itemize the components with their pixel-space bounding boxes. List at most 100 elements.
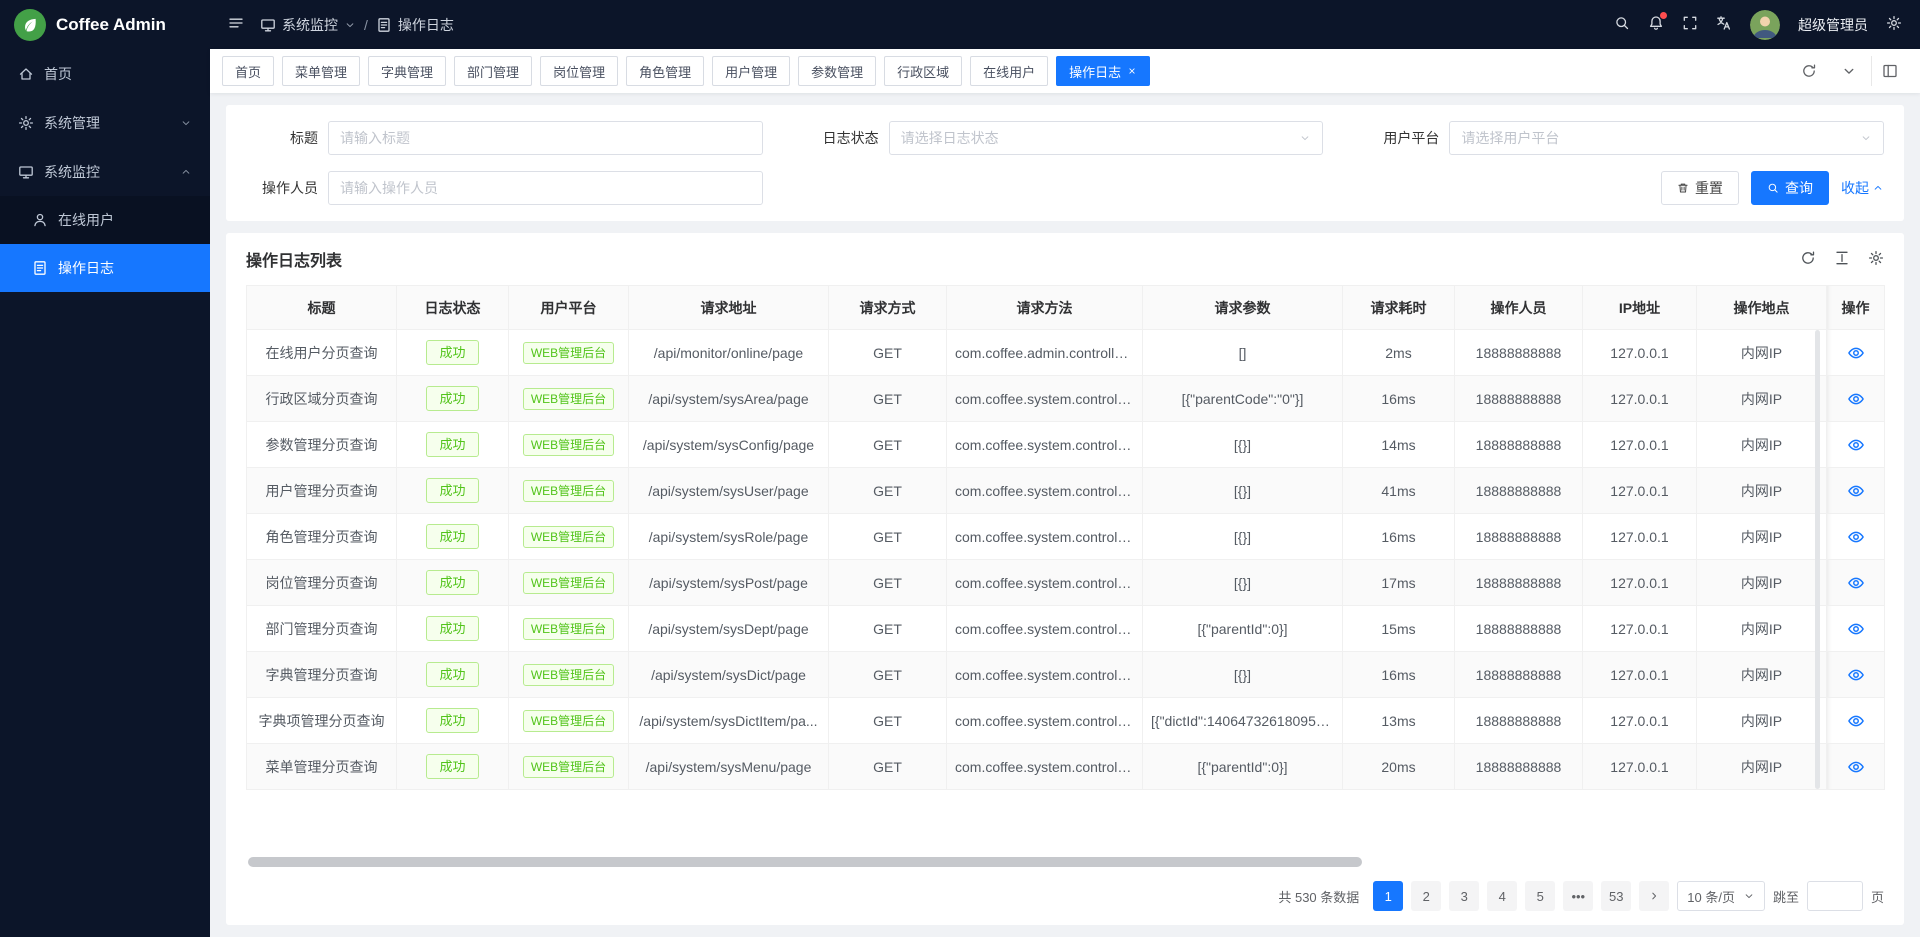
gear-icon[interactable] — [1868, 250, 1884, 269]
page-button[interactable]: 1 — [1373, 881, 1403, 911]
username[interactable]: 超级管理员 — [1798, 15, 1868, 35]
sidebar-item[interactable]: 在线用户 — [0, 196, 210, 244]
search-icon[interactable] — [1614, 15, 1630, 34]
page-button[interactable]: 4 — [1487, 881, 1517, 911]
next-page-button[interactable] — [1639, 881, 1669, 911]
tab[interactable]: 首页 — [222, 56, 274, 86]
cell-op — [1827, 698, 1885, 744]
cell-location: 内网IP — [1697, 330, 1827, 376]
sidebar-item[interactable]: 系统监控 — [0, 147, 210, 196]
tab[interactable]: 部门管理 — [454, 56, 532, 86]
avatar[interactable] — [1750, 10, 1780, 40]
table-row: 用户管理分页查询成功WEB管理后台/api/system/sysUser/pag… — [247, 468, 1885, 514]
search-button[interactable]: 查询 — [1751, 171, 1829, 205]
cell-duration: 20ms — [1343, 744, 1455, 790]
view-detail-button[interactable] — [1847, 620, 1865, 638]
view-detail-button[interactable] — [1847, 482, 1865, 500]
table-header-row: 标题日志状态用户平台请求地址请求方式请求方法请求参数请求耗时操作人员IP地址操作… — [247, 286, 1885, 330]
breadcrumb-item-monitor[interactable]: 系统监控 — [260, 15, 356, 35]
sidebar-item[interactable]: 系统管理 — [0, 98, 210, 147]
cell-params: [] — [1143, 330, 1343, 376]
tab[interactable]: 字典管理 — [368, 56, 446, 86]
tab[interactable]: 用户管理 — [712, 56, 790, 86]
cell-status: 成功 — [397, 606, 509, 652]
page-jump-input[interactable] — [1807, 881, 1863, 911]
tab[interactable]: 参数管理 — [798, 56, 876, 86]
tab[interactable]: 行政区域 — [884, 56, 962, 86]
cell-operator: 18888888888 — [1455, 468, 1583, 514]
tab-label: 操作日志 — [1069, 62, 1121, 81]
cell-operator: 18888888888 — [1455, 376, 1583, 422]
page-button[interactable]: ••• — [1563, 881, 1593, 911]
tab-label: 字典管理 — [381, 62, 433, 81]
tab[interactable]: 角色管理 — [626, 56, 704, 86]
tabs-chevron-down-icon[interactable] — [1831, 56, 1867, 86]
platform-badge: WEB管理后台 — [523, 342, 614, 364]
user-platform-select[interactable]: 请选择用户平台 — [1449, 121, 1884, 155]
tab-close-icon[interactable] — [1127, 66, 1137, 76]
table-row: 字典管理分页查询成功WEB管理后台/api/system/sysDict/pag… — [247, 652, 1885, 698]
view-detail-button[interactable] — [1847, 344, 1865, 362]
tabs-refresh-icon[interactable] — [1791, 56, 1827, 86]
column-header: 请求地址 — [629, 286, 829, 330]
view-detail-button[interactable] — [1847, 436, 1865, 454]
cell-ip: 127.0.0.1 — [1583, 698, 1697, 744]
tabs-layout-icon[interactable] — [1871, 56, 1908, 86]
page-button[interactable]: 53 — [1601, 881, 1631, 911]
platform-badge: WEB管理后台 — [523, 388, 614, 410]
view-detail-button[interactable] — [1847, 390, 1865, 408]
bell-icon[interactable] — [1648, 15, 1664, 34]
cell-url: /api/system/sysPost/page — [629, 560, 829, 606]
tab[interactable]: 在线用户 — [970, 56, 1048, 86]
operator-input[interactable] — [340, 180, 751, 196]
refresh-icon[interactable] — [1800, 250, 1816, 269]
reset-button[interactable]: 重置 — [1661, 171, 1739, 205]
view-detail-button[interactable] — [1847, 758, 1865, 776]
column-height-icon[interactable] — [1834, 250, 1850, 269]
cell-status: 成功 — [397, 330, 509, 376]
collapse-link[interactable]: 收起 — [1841, 178, 1884, 198]
title-field: 标题 — [246, 121, 763, 155]
sidebar-item[interactable]: 首页 — [0, 49, 210, 98]
table-row: 行政区域分页查询成功WEB管理后台/api/system/sysArea/pag… — [247, 376, 1885, 422]
translate-icon[interactable] — [1716, 15, 1732, 34]
column-header: 操作地点 — [1697, 286, 1827, 330]
view-detail-button[interactable] — [1847, 528, 1865, 546]
table-zone: 标题日志状态用户平台请求地址请求方式请求方法请求参数请求耗时操作人员IP地址操作… — [246, 285, 1884, 790]
cell-operator: 18888888888 — [1455, 698, 1583, 744]
sidebar-item-label: 系统管理 — [44, 113, 100, 133]
doc-icon — [376, 17, 392, 33]
sidebar-toggle-icon[interactable] — [228, 15, 244, 34]
page-button[interactable]: 3 — [1449, 881, 1479, 911]
cell-params: [{}] — [1143, 468, 1343, 514]
cell-url: /api/system/sysMenu/page — [629, 744, 829, 790]
breadcrumb-item-log[interactable]: 操作日志 — [376, 15, 454, 35]
title-input[interactable] — [340, 130, 751, 146]
cell-handler: com.coffee.system.controlle... — [947, 514, 1143, 560]
status-badge: 成功 — [426, 340, 478, 365]
view-detail-button[interactable] — [1847, 712, 1865, 730]
reset-label: 重置 — [1695, 178, 1723, 198]
tab[interactable]: 岗位管理 — [540, 56, 618, 86]
page-size-select[interactable]: 10 条/页 — [1677, 881, 1765, 911]
cell-duration: 16ms — [1343, 376, 1455, 422]
cell-ip: 127.0.0.1 — [1583, 560, 1697, 606]
sidebar-item[interactable]: 操作日志 — [0, 244, 210, 292]
view-detail-button[interactable] — [1847, 574, 1865, 592]
topbar: 系统监控 / 操作日志 超级管理员 — [210, 0, 1920, 49]
log-status-select[interactable]: 请选择日志状态 — [889, 121, 1324, 155]
tab[interactable]: 菜单管理 — [282, 56, 360, 86]
gear-icon[interactable] — [1886, 15, 1902, 34]
cell-op — [1827, 376, 1885, 422]
logo-leaf-icon — [14, 9, 46, 41]
tab[interactable]: 操作日志 — [1056, 56, 1150, 86]
vertical-scrollbar[interactable] — [1815, 330, 1820, 789]
page-button[interactable]: 5 — [1525, 881, 1555, 911]
chevron-right-icon — [1648, 890, 1660, 902]
page-button[interactable]: 2 — [1411, 881, 1441, 911]
horizontal-scrollbar-thumb[interactable] — [248, 857, 1362, 867]
filter-actions: 重置 查询 收起 — [807, 171, 1884, 205]
view-detail-button[interactable] — [1847, 666, 1865, 684]
cell-method: GET — [829, 698, 947, 744]
fullscreen-icon[interactable] — [1682, 15, 1698, 34]
